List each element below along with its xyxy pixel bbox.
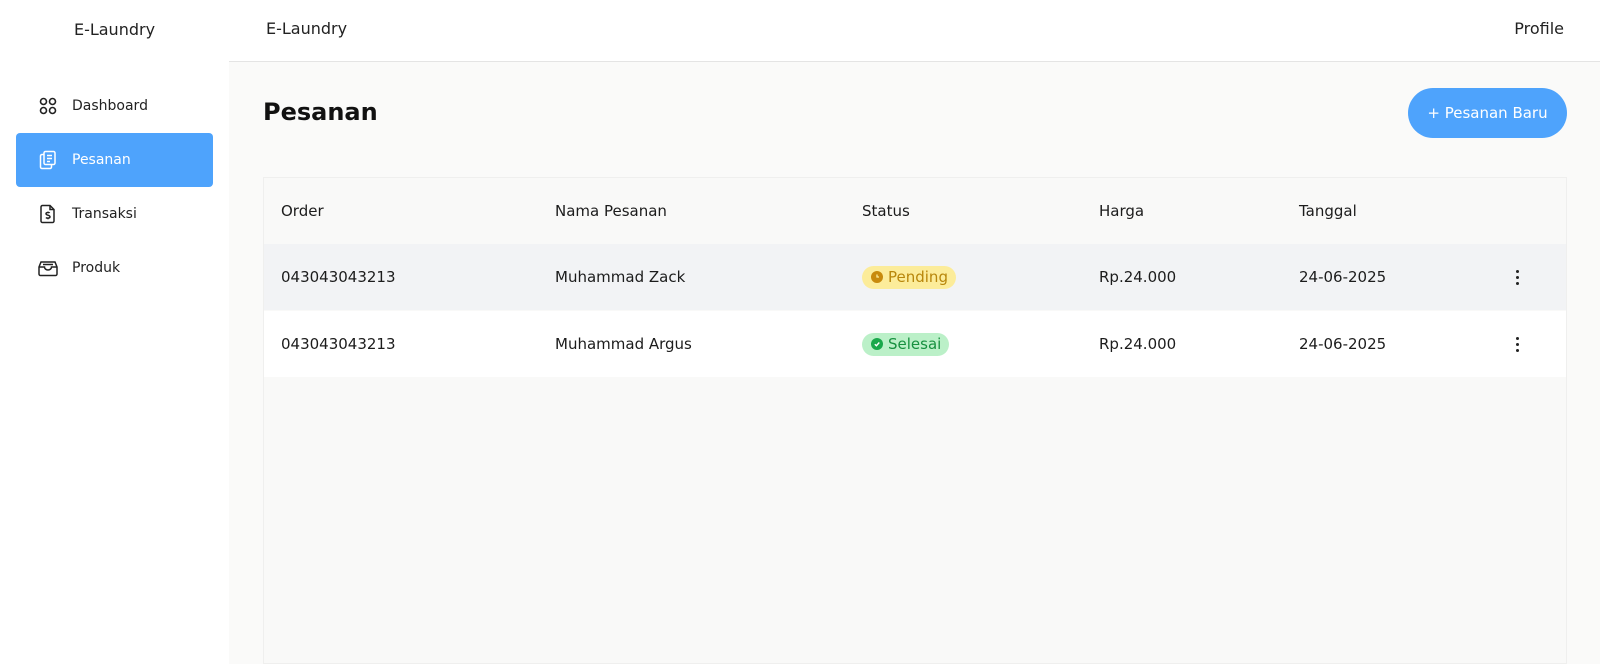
status-label: Pending — [888, 268, 948, 286]
invoice-dollar-icon — [38, 204, 58, 224]
sidebar-item-label: Pesanan — [72, 152, 131, 168]
table-header: Order Nama Pesanan Status Harga Tanggal — [264, 178, 1566, 244]
sidebar-item-pesanan[interactable]: Pesanan — [16, 133, 213, 187]
status-badge: Selesai — [862, 332, 950, 356]
box-icon — [38, 258, 58, 278]
app-title: E-Laundry — [266, 19, 348, 38]
column-header-harga: Harga — [1099, 202, 1145, 220]
clipboard-icon — [38, 150, 58, 170]
profile-link[interactable]: Profile — [1514, 19, 1564, 38]
status-badge: Pending — [862, 265, 956, 289]
date: 24-06-2025 — [1299, 335, 1387, 353]
column-header-name: Nama Pesanan — [555, 202, 667, 220]
status-label: Selesai — [888, 335, 942, 353]
sidebar-brand: E-Laundry — [73, 19, 156, 39]
sidebar-nav: Dashboard Pesanan Transaksi Produk — [16, 79, 213, 295]
column-header-order: Order — [281, 202, 324, 220]
sidebar-item-dashboard[interactable]: Dashboard — [16, 79, 213, 133]
sidebar: E-Laundry Dashboard Pesanan Transaksi Pr… — [0, 0, 229, 664]
table-row[interactable]: 043043043213 Muhammad Argus Selesai Rp.2… — [264, 311, 1566, 377]
sidebar-item-label: Dashboard — [72, 98, 148, 114]
orders-table: Order Nama Pesanan Status Harga Tanggal … — [263, 177, 1567, 664]
new-order-button[interactable]: + Pesanan Baru — [1408, 88, 1567, 138]
customer-name: Muhammad Zack — [555, 268, 686, 286]
sidebar-item-produk[interactable]: Produk — [16, 241, 213, 295]
price: Rp.24.000 — [1099, 335, 1177, 353]
table-row[interactable]: 043043043213 Muhammad Zack Pending Rp.24… — [264, 244, 1566, 310]
price: Rp.24.000 — [1099, 268, 1177, 286]
page-title: Pesanan — [263, 98, 378, 126]
grid-icon — [38, 96, 58, 116]
customer-name: Muhammad Argus — [555, 335, 692, 353]
status-badge-pending: Pending — [862, 265, 956, 289]
top-bar: E-Laundry Profile — [229, 0, 1600, 62]
sidebar-item-label: Produk — [72, 260, 121, 276]
column-header-status: Status — [862, 202, 910, 220]
more-options-icon[interactable] — [1507, 333, 1527, 355]
order-id: 043043043213 — [281, 335, 396, 353]
status-badge-done: Selesai — [862, 332, 950, 356]
sidebar-item-transaksi[interactable]: Transaksi — [16, 187, 213, 241]
order-id: 043043043213 — [281, 268, 396, 286]
check-icon — [871, 338, 883, 350]
clock-icon — [871, 271, 883, 283]
date: 24-06-2025 — [1299, 268, 1387, 286]
column-header-tanggal: Tanggal — [1299, 202, 1357, 220]
sidebar-item-label: Transaksi — [72, 206, 137, 222]
more-options-icon[interactable] — [1507, 266, 1527, 288]
